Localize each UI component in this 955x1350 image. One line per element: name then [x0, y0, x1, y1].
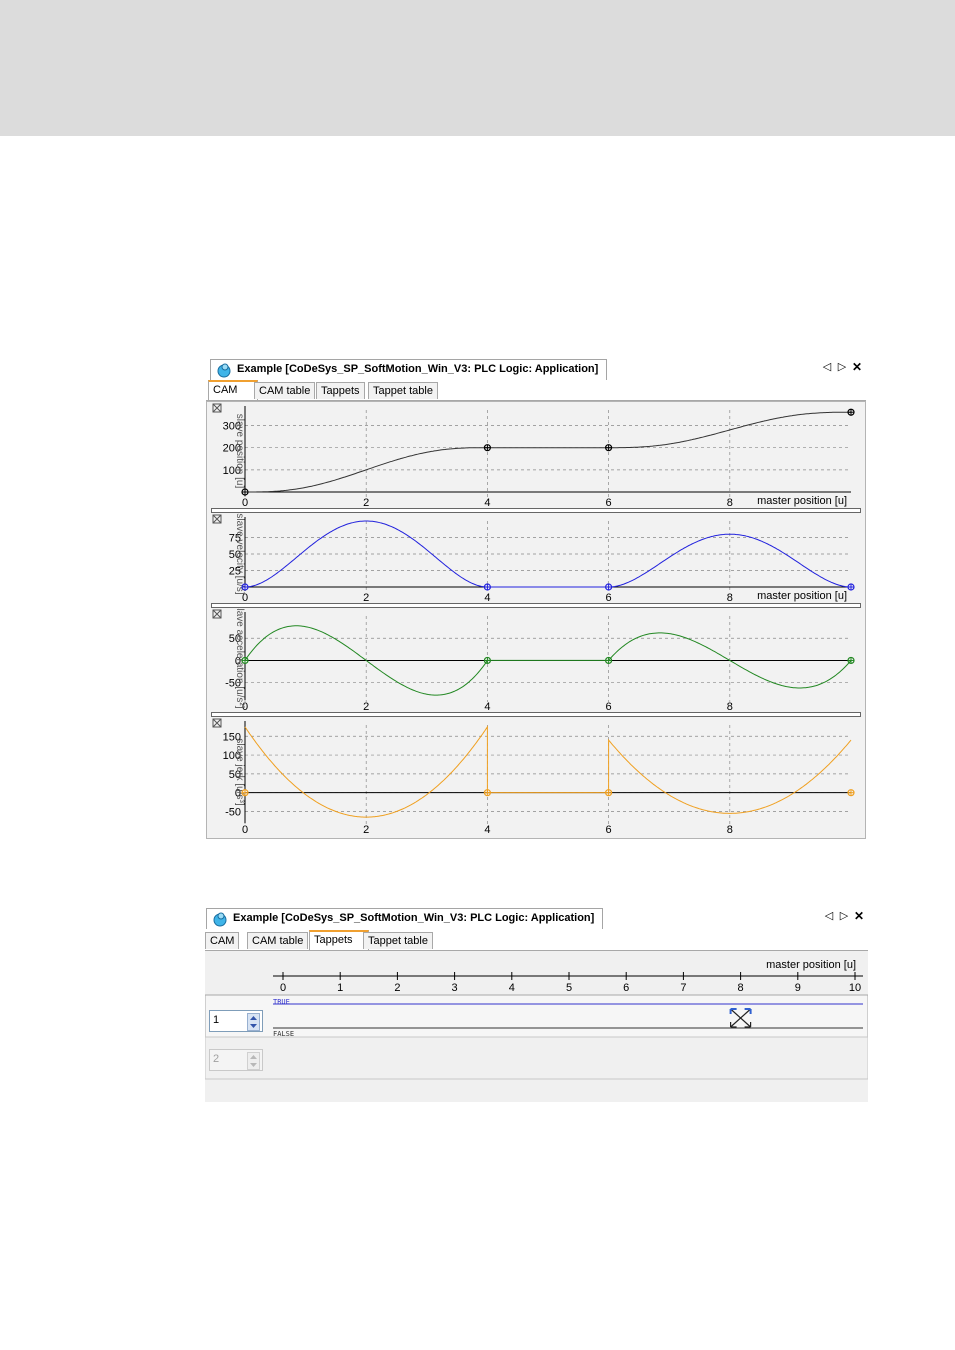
cam-key-point[interactable] — [483, 789, 491, 797]
tappet-axis-ticks: 0 1 2 3 4 5 6 7 8 9 10 — [280, 972, 861, 994]
close-icon[interactable]: ✕ — [852, 360, 862, 374]
cam-key-point[interactable] — [483, 583, 491, 591]
tappet-tick-label: 5 — [566, 982, 572, 994]
window-title: Example [CoDeSys_SP_SoftMotion_Win_V3: P… — [237, 363, 599, 375]
cam-key-point[interactable] — [605, 583, 613, 591]
cam-key-point[interactable] — [483, 444, 491, 452]
plot-background — [207, 717, 865, 837]
x-tick-label: 4 — [484, 701, 490, 712]
velocity-plot: 0 2 4 6 8255075slave velocity [u/s]master po… — [207, 513, 865, 603]
tab-tappet-table[interactable]: Tappet table — [363, 932, 433, 949]
tappet-tick-label: 9 — [795, 982, 801, 994]
tappet-tick-label: 2 — [394, 982, 400, 994]
window-controls: ◁ ▷ ✕ — [824, 909, 864, 923]
cam-key-point[interactable] — [241, 488, 249, 496]
tappet-tick-label: 7 — [680, 982, 686, 994]
editor-title-tab[interactable]: Example [CoDeSys_SP_SoftMotion_Win_V3: P… — [206, 908, 604, 929]
cam-plots-area: 0 2 4 6 8 100 200 300 slave position [u] master p… — [206, 401, 866, 839]
x-tick-label: 8 — [727, 592, 733, 603]
scroll-left-icon[interactable]: ◁ — [822, 360, 832, 374]
cam-key-point[interactable] — [605, 789, 613, 797]
editor-title-tab[interactable]: Example [CoDeSys_SP_SoftMotion_Win_V3: P… — [210, 359, 608, 380]
tappet-2-spinner[interactable]: 2 — [209, 1049, 263, 1071]
tab-cam-table[interactable]: CAM table — [254, 382, 316, 399]
tab-tappets[interactable]: Tappets — [316, 382, 365, 399]
tab-tappet-table[interactable]: Tappet table — [368, 382, 438, 399]
y-tick-label: -50 — [225, 806, 241, 818]
cam-key-point[interactable] — [483, 656, 491, 665]
tappet-diagram: master position [u] 0 1 2 3 4 5 6 7 8 9 10 TRUE FA… — [205, 959, 868, 1080]
x-tick-label: 0 — [242, 497, 248, 508]
softmotion-app-icon — [217, 363, 231, 378]
cam-key-point[interactable] — [241, 789, 249, 797]
tappet-tick-label: 4 — [509, 982, 515, 994]
cam-key-point[interactable] — [605, 656, 613, 665]
tab-cam[interactable]: CAM — [205, 932, 240, 949]
tappet-1-spinner[interactable]: 1 — [209, 1010, 263, 1032]
x-tick-label: 6 — [606, 824, 612, 836]
jerk-plot: 0 2 4 6 8-50050100150slave jerk [u/s³] — [207, 717, 865, 837]
false-label: FALSE — [273, 1030, 294, 1038]
editor-tab-bar: CAM CAM table Tappets Tappet table — [206, 380, 866, 401]
tab-tappets[interactable]: Tappets — [309, 930, 369, 950]
tab-cam[interactable]: CAM — [208, 380, 258, 400]
y-axis-label: slave position [u] — [234, 414, 245, 489]
x-tick-label: 6 — [606, 701, 612, 712]
tab-cam-table[interactable]: CAM table — [247, 932, 309, 949]
x-tick-label: 2 — [363, 701, 369, 712]
close-icon[interactable]: ✕ — [854, 909, 864, 923]
softmotion-app-icon — [213, 912, 227, 927]
cam-key-point[interactable] — [847, 408, 855, 416]
x-tick-label: 2 — [363, 497, 369, 508]
tappet-tick-label: 10 — [849, 982, 861, 994]
editor-tab-bar: CAM CAM table Tappets Tappet table — [205, 930, 868, 951]
x-tick-label: 0 — [242, 824, 248, 836]
tappets-area: master position [u] 0 1 2 3 4 5 6 7 8 9 10 TRUE FA… — [205, 951, 868, 1102]
tappet-tick-label: 8 — [738, 982, 744, 994]
tappet-row-1 — [205, 994, 868, 1038]
x-axis-label: master position [u] — [757, 590, 847, 602]
x-tick-label: 8 — [727, 497, 733, 508]
x-tick-label: 8 — [727, 701, 733, 712]
cam-key-point[interactable] — [847, 789, 855, 797]
window-controls: ◁ ▷ ✕ — [822, 360, 862, 374]
cam-key-point[interactable] — [241, 583, 249, 591]
scroll-right-icon[interactable]: ▷ — [837, 360, 847, 374]
spinner-arrows-icon — [247, 1052, 260, 1070]
tappet-2-value: 2 — [213, 1053, 220, 1065]
scroll-right-icon[interactable]: ▷ — [839, 909, 849, 923]
tappets-editor-window: Example [CoDeSys_SP_SoftMotion_Win_V3: P… — [205, 906, 868, 1102]
x-tick-label: 6 — [606, 592, 612, 603]
tappet-tick-label: 1 — [337, 982, 343, 994]
x-axis-label: master position [u] — [757, 495, 847, 507]
x-tick-label: 2 — [363, 824, 369, 836]
position-plot: 0 2 4 6 8100200300slave position [u]master p… — [207, 402, 865, 508]
title-bar: Example [CoDeSys_SP_SoftMotion_Win_V3: P… — [206, 357, 866, 380]
cam-key-point[interactable] — [847, 656, 855, 665]
tappet-tick-label: 6 — [623, 982, 629, 994]
tappet-row-2 — [205, 1036, 868, 1080]
tappet-axis-label: master position [u] — [766, 959, 856, 971]
tappet-tick-label: 0 — [280, 982, 286, 994]
spinner-arrows-icon[interactable] — [247, 1013, 260, 1031]
cam-key-point[interactable] — [241, 656, 249, 665]
title-bar: Example [CoDeSys_SP_SoftMotion_Win_V3: P… — [205, 906, 868, 929]
cam-editor-window: Example [CoDeSys_SP_SoftMotion_Win_V3: P… — [206, 357, 866, 839]
x-tick-label: 4 — [484, 497, 490, 508]
cam-key-point[interactable] — [605, 444, 613, 452]
y-axis-label: slave velocity [u/s] — [234, 513, 245, 594]
page-header-band — [0, 0, 955, 136]
x-tick-label: 8 — [727, 824, 733, 836]
x-tick-label: 4 — [484, 592, 490, 603]
tappet-1-value: 1 — [213, 1014, 220, 1026]
x-tick-label: 6 — [606, 497, 612, 508]
x-tick-label: 2 — [363, 592, 369, 603]
window-title: Example [CoDeSys_SP_SoftMotion_Win_V3: P… — [233, 912, 595, 924]
acceleration-plot: 0 2 4 6 8-50050slave acceleration [u/s²] — [207, 608, 865, 712]
tappet-tick-label: 3 — [452, 982, 458, 994]
true-label: TRUE — [273, 998, 290, 1006]
cam-key-point[interactable] — [847, 583, 855, 591]
scroll-left-icon[interactable]: ◁ — [824, 909, 834, 923]
x-tick-label: 4 — [484, 824, 490, 836]
